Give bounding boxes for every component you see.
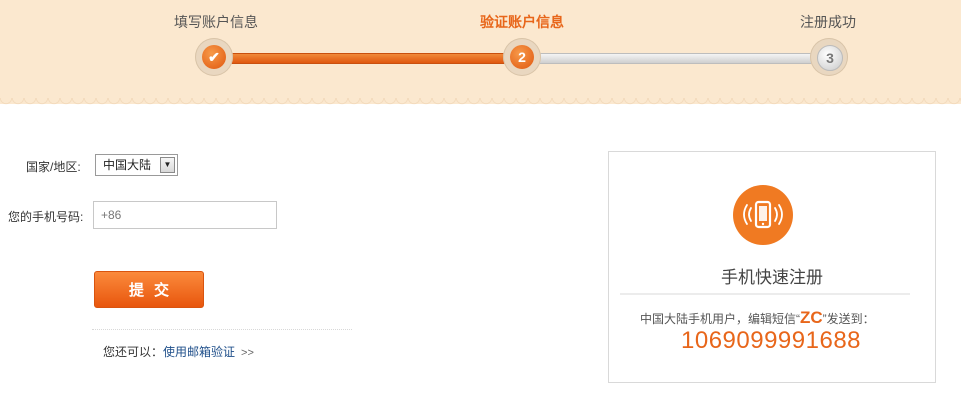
country-label: 国家/地区:: [26, 160, 81, 174]
mobile-phone-glyph: [743, 200, 783, 229]
sms-instruction-prefix: 中国大陆手机用户，编辑短信“: [640, 312, 800, 326]
country-select[interactable]: 中国大陆 ▼: [95, 154, 178, 176]
step-2-number: 2: [510, 45, 534, 69]
double-chevron-right-icon[interactable]: >>: [241, 347, 254, 359]
sms-code: ZC: [800, 308, 823, 327]
step-3-node: 3: [810, 38, 848, 76]
mobile-phone-icon: [733, 185, 793, 245]
email-verify-link[interactable]: 使用邮箱验证: [163, 345, 235, 359]
card-divider: [620, 293, 910, 295]
sms-number: 1069099991688: [681, 327, 862, 354]
sms-instruction: 中国大陆手机用户，编辑短信“ZC”发送到：: [640, 308, 875, 328]
step-2-node: 2: [503, 38, 541, 76]
sms-instruction-suffix: ”发送到：: [822, 312, 875, 326]
chevron-down-icon[interactable]: ▼: [160, 157, 175, 173]
alternative-verification: 您还可以：使用邮箱验证 >>: [103, 343, 254, 360]
country-select-value: 中国大陆: [103, 158, 152, 172]
card-title: 手机快速注册: [721, 268, 823, 287]
divider: [92, 329, 352, 330]
step-1-node: ✔: [195, 38, 233, 76]
phone-input[interactable]: +86: [93, 201, 277, 229]
submit-button[interactable]: 提交: [94, 271, 204, 308]
progress-track-completed: [214, 53, 525, 64]
alt-prefix: 您还可以：: [103, 345, 164, 359]
step-3-number: 3: [817, 45, 843, 71]
step-2-label: 验证账户信息: [480, 14, 564, 30]
scalloped-edge: [0, 98, 961, 110]
progress-track-pending: [523, 53, 834, 64]
step-1-label: 填写账户信息: [174, 14, 258, 30]
check-icon: ✔: [202, 45, 226, 69]
step-3-label: 注册成功: [800, 14, 856, 30]
phone-label: 您的手机号码:: [8, 210, 84, 224]
